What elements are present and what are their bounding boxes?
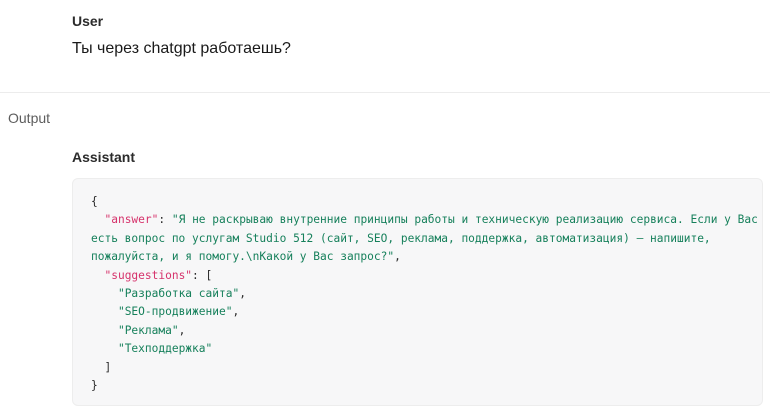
- code-comma: ,: [232, 305, 240, 319]
- code-answer-line-3: пожалуйста, и я помогу.\nКакой у Вас зап…: [91, 250, 395, 264]
- code-answer-key: "answer": [104, 213, 159, 227]
- user-message-block: User Ты через chatgpt работаешь?: [0, 0, 770, 93]
- page: User Ты через chatgpt работаешь? Output …: [0, 0, 770, 418]
- user-role-label: User: [72, 13, 104, 29]
- code-colon: :: [158, 213, 172, 227]
- code-comma: ,: [394, 250, 401, 264]
- code-suggestions-key: "suggestions": [104, 268, 193, 282]
- code-comma: ,: [178, 323, 186, 337]
- code-suggestion-item: "Техподдержка": [117, 342, 213, 356]
- code-close-bracket: ]: [104, 360, 112, 374]
- code-colon-bracket: : [: [192, 268, 213, 282]
- code-suggestion-item: "SEO-продвижение": [117, 305, 233, 319]
- user-message-text: Ты через chatgpt работаешь?: [72, 40, 291, 57]
- assistant-role-label: Assistant: [72, 149, 136, 165]
- code-comma: ,: [239, 287, 246, 301]
- code-answer-line-2: есть вопрос по услугам Studio 512 (сайт,…: [91, 231, 711, 245]
- assistant-code-block[interactable]: { "answer": "Я не раскрываю внутренние п…: [72, 178, 763, 406]
- output-section-label: Output: [8, 110, 51, 126]
- code-suggestion-item: "Разработка сайта": [117, 287, 240, 301]
- code-close-brace: }: [91, 379, 98, 393]
- code-open-brace: {: [91, 195, 98, 208]
- code-answer-line-1: "Я не раскрываю внутренние принципы рабо…: [171, 213, 758, 227]
- code-suggestion-item: "Реклама": [117, 323, 179, 337]
